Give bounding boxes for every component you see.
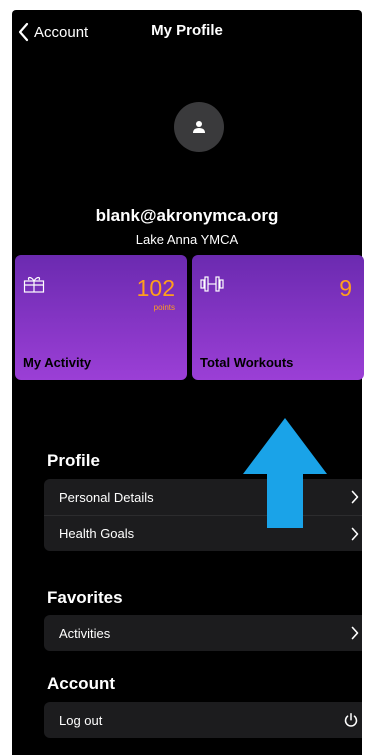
gift-icon: [23, 276, 45, 293]
list-item-log-out[interactable]: Log out: [44, 702, 362, 738]
arrow-up-annotation-icon: [243, 418, 327, 528]
user-location: Lake Anna YMCA: [135, 232, 239, 247]
section-title-favorites: Favorites: [47, 588, 123, 607]
person-icon: [193, 121, 205, 133]
avatar[interactable]: [174, 102, 224, 152]
list-item-label: Activities: [59, 625, 111, 641]
page-title: My Profile: [151, 22, 223, 39]
list-item-label: Log out: [59, 712, 103, 728]
chevron-right-icon: [351, 626, 359, 640]
list-item-label: Personal Details: [59, 489, 154, 505]
list-item-label: Health Goals: [59, 526, 135, 541]
account-list: Log out: [44, 702, 362, 738]
workouts-value: 9: [339, 275, 352, 301]
power-icon: [344, 713, 358, 727]
phone-screen: Account My Profile blank@akronymca.org L…: [12, 10, 362, 755]
my-activity-card[interactable]: 102 points My Activity: [15, 255, 187, 380]
favorites-list: Activities: [44, 615, 362, 651]
total-workouts-card[interactable]: 9 Total Workouts: [192, 255, 364, 380]
total-workouts-label: Total Workouts: [200, 355, 294, 370]
chevron-right-icon: [351, 490, 359, 504]
points-unit: points: [153, 303, 175, 312]
list-item-activities[interactable]: Activities: [44, 615, 362, 651]
user-email: blank@akronymca.org: [95, 206, 279, 225]
section-title-profile: Profile: [47, 451, 100, 470]
points-value: 102: [136, 275, 175, 301]
chevron-right-icon: [351, 527, 359, 540]
navigation-bar: Account My Profile: [12, 10, 362, 54]
section-title-account: Account: [47, 674, 115, 693]
my-activity-label: My Activity: [23, 355, 92, 370]
dumbbell-icon: [200, 276, 224, 292]
